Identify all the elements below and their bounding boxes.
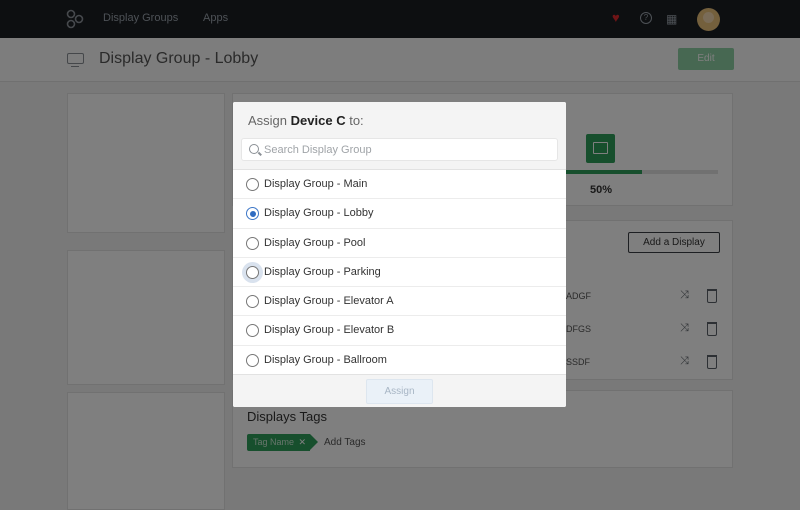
list-item[interactable]: Display Group - Elevator A bbox=[233, 287, 566, 317]
dialog-header: Assign Device C to: bbox=[233, 102, 566, 170]
option-label: Display Group - Main bbox=[264, 178, 368, 190]
search-icon bbox=[249, 144, 259, 154]
radio-button[interactable] bbox=[246, 324, 259, 338]
list-item[interactable]: Display Group - Main bbox=[233, 170, 566, 200]
radio-button[interactable] bbox=[246, 295, 259, 309]
dialog-footer: Assign bbox=[233, 374, 566, 407]
radio-button[interactable] bbox=[246, 178, 259, 191]
option-label: Display Group - Parking bbox=[264, 265, 381, 278]
option-label: Display Group - Elevator B bbox=[264, 324, 395, 337]
list-item[interactable]: Display Group - Parking bbox=[233, 258, 566, 288]
list-item[interactable]: Display Group - Ballroom bbox=[233, 346, 566, 374]
search-input[interactable] bbox=[264, 142, 554, 158]
radio-button[interactable] bbox=[246, 353, 259, 367]
dialog-title-suffix: to: bbox=[349, 113, 364, 128]
radio-button[interactable] bbox=[246, 236, 259, 250]
radio-button-checked[interactable] bbox=[246, 207, 259, 221]
assign-device-dialog: Assign Device C to: Display Group - Main… bbox=[233, 102, 566, 407]
assign-button[interactable]: Assign bbox=[366, 379, 433, 404]
display-group-list[interactable]: Display Group - Main Display Group - Lob… bbox=[233, 170, 566, 374]
radio-button[interactable] bbox=[246, 265, 259, 279]
search-box[interactable] bbox=[241, 138, 558, 161]
option-label: Display Group - Pool bbox=[264, 236, 366, 249]
option-label: Display Group - Ballroom bbox=[264, 353, 387, 366]
dialog-title-prefix: Assign bbox=[248, 113, 288, 128]
option-label: Display Group - Elevator A bbox=[264, 295, 394, 308]
list-item[interactable]: Display Group - Elevator B bbox=[233, 316, 566, 346]
dialog-title: Assign Device C to: bbox=[248, 113, 364, 128]
option-label: Display Group - Lobby bbox=[264, 207, 374, 220]
device-name: Device C bbox=[290, 113, 346, 128]
list-item[interactable]: Display Group - Lobby bbox=[233, 199, 566, 229]
list-item[interactable]: Display Group - Pool bbox=[233, 229, 566, 258]
